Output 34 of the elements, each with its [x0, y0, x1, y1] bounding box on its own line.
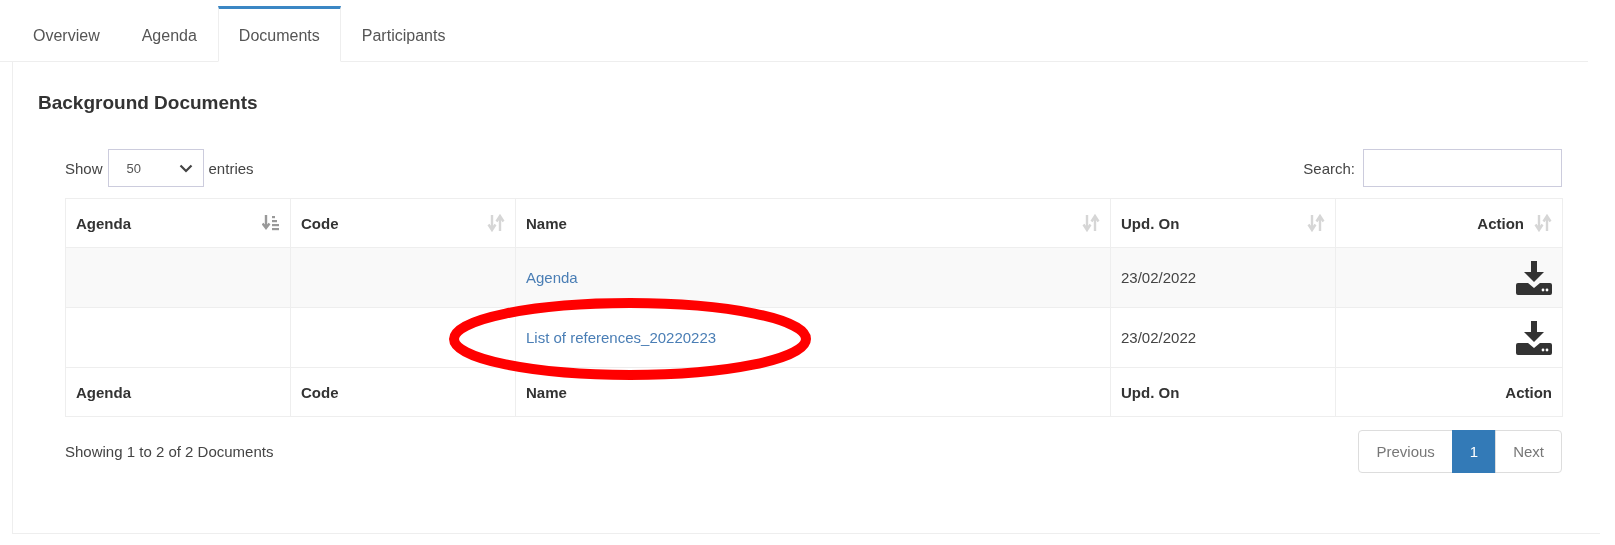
entries-label: entries: [208, 159, 254, 177]
tab[interactable]: Agenda: [120, 6, 218, 62]
column-header[interactable]: Agenda: [76, 214, 131, 232]
download-icon[interactable]: [1516, 320, 1552, 355]
table-info: Showing 1 to 2 of 2 Documents: [65, 443, 274, 460]
column-header[interactable]: Code: [301, 214, 339, 232]
sort-icon[interactable]: [487, 214, 505, 232]
sort-ascending-icon[interactable]: [262, 214, 280, 232]
column-header[interactable]: Action: [1477, 214, 1524, 232]
sort-icon[interactable]: [1534, 214, 1552, 232]
table-cell: 23/02/2022: [1121, 269, 1197, 286]
sort-icon[interactable]: [1082, 214, 1100, 232]
tab[interactable]: Overview: [12, 6, 121, 62]
table-cell: 23/02/2022: [1121, 329, 1197, 346]
chevron-down-icon: [178, 163, 193, 173]
tab[interactable]: Documents: [217, 6, 341, 62]
column-footer: Code: [301, 383, 339, 401]
column-footer: Action: [1505, 383, 1552, 401]
document-link[interactable]: Agenda: [526, 269, 578, 286]
column-header[interactable]: Upd. On: [1121, 214, 1180, 232]
column-footer: Agenda: [76, 383, 131, 401]
column-footer: Name: [526, 383, 567, 401]
column-footer: Upd. On: [1121, 383, 1180, 401]
download-icon[interactable]: [1516, 260, 1552, 295]
entries-dropdown[interactable]: 50: [107, 149, 204, 187]
page-button[interactable]: 1: [1451, 430, 1497, 473]
show-label: Show: [65, 159, 103, 177]
document-link[interactable]: List of references_20220223: [526, 329, 717, 346]
search-label: Search:: [1303, 159, 1355, 177]
section-heading: Background Documents: [37, 91, 259, 115]
tab[interactable]: Participants: [340, 6, 467, 62]
search-field[interactable]: [1363, 149, 1562, 187]
column-header[interactable]: Name: [526, 214, 567, 232]
sort-icon[interactable]: [1307, 214, 1325, 232]
